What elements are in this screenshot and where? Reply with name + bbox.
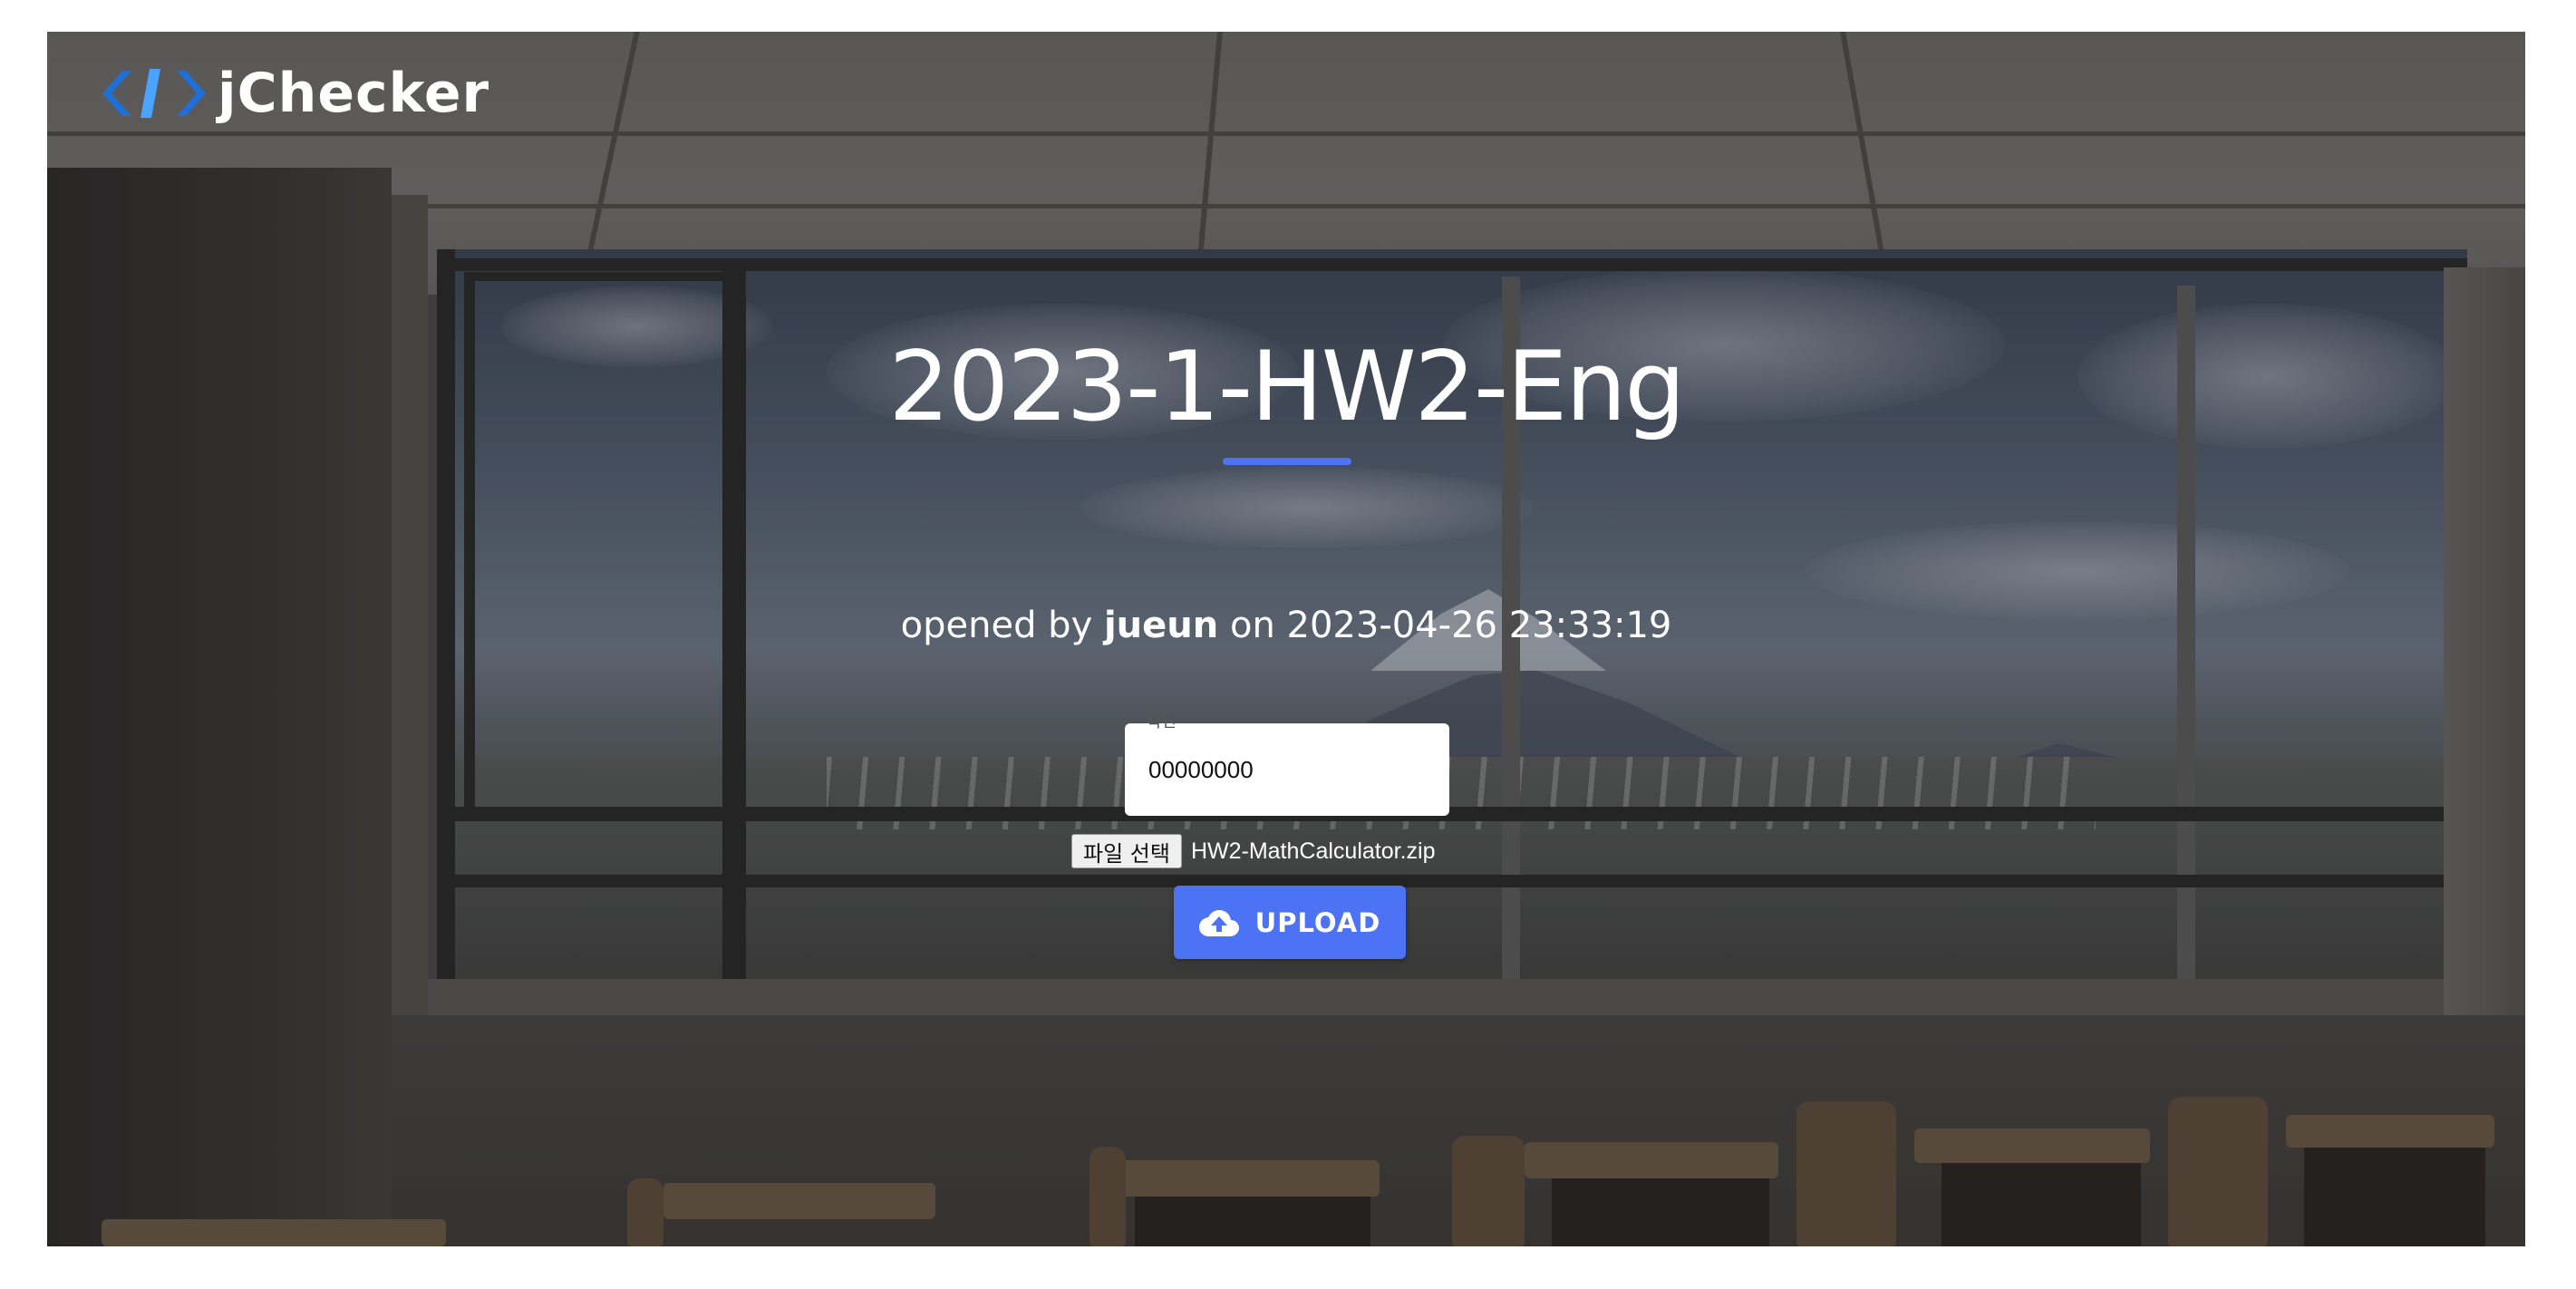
upload-button[interactable]: UPLOAD bbox=[1174, 886, 1406, 959]
student-id-input[interactable] bbox=[1125, 723, 1449, 816]
file-picker: 파일 선택 HW2-MathCalculator.zip bbox=[1071, 833, 1435, 869]
student-id-field[interactable]: 학번 bbox=[1125, 712, 1449, 816]
upload-form: 학번 파일 선택 HW2-MathCalculator.zip UPLOAD bbox=[47, 32, 2525, 1246]
choose-file-button[interactable]: 파일 선택 bbox=[1071, 834, 1182, 868]
page-frame: jChecker 2023-1-HW2-Eng opened by jueun … bbox=[47, 32, 2525, 1246]
selected-file-name: HW2-MathCalculator.zip bbox=[1190, 838, 1436, 864]
upload-label: UPLOAD bbox=[1254, 906, 1381, 938]
cloud-upload-icon bbox=[1198, 909, 1239, 936]
